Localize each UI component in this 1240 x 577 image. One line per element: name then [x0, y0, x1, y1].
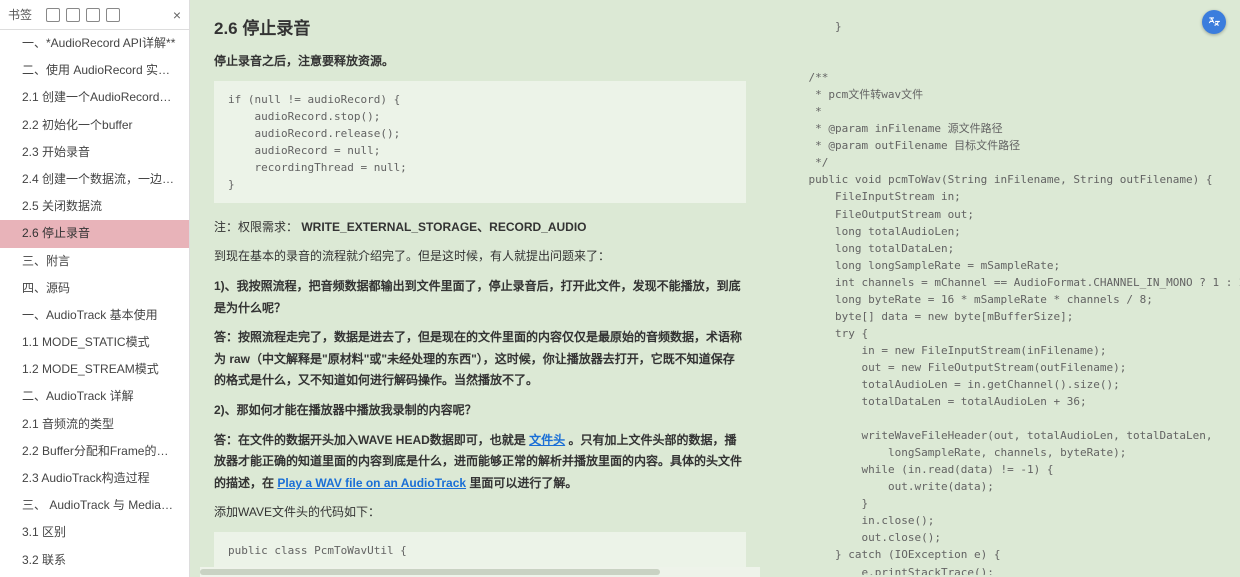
- sidebar: 书签 × 一、*AudioRecord API详解**二、使用 AudioRec…: [0, 0, 190, 577]
- view-icon-2[interactable]: [66, 8, 80, 22]
- sidebar-view-icons: [46, 8, 120, 22]
- toc-item[interactable]: 一、*AudioRecord API详解**: [0, 30, 189, 57]
- answer-1: 答：按照流程走完了，数据是进去了，但是现在的文件里面的内容仅仅是最原始的音频数据…: [214, 327, 746, 392]
- toc-item[interactable]: 二、AudioTrack 详解: [0, 383, 189, 410]
- toc-item[interactable]: 2.6 停止录音: [0, 220, 189, 247]
- toc-item[interactable]: 四、源码: [0, 275, 189, 302]
- toc-item[interactable]: 三、附言: [0, 248, 189, 275]
- toc-item[interactable]: 2.1 音频流的类型: [0, 411, 189, 438]
- toc-item[interactable]: 2.3 开始录音: [0, 139, 189, 166]
- toc-item[interactable]: 1.2 MODE_STREAM模式: [0, 356, 189, 383]
- toc-item[interactable]: 二、使用 AudioRecord 实现录音，并...: [0, 57, 189, 84]
- toc-list[interactable]: 一、*AudioRecord API详解**二、使用 AudioRecord 实…: [0, 30, 189, 577]
- perm-prefix: 注：权限需求：: [214, 220, 298, 234]
- horizontal-scrollbar[interactable]: [200, 567, 760, 577]
- article-column: 2.6 停止录音 停止录音之后，注意要释放资源。 if (null != aud…: [190, 0, 770, 577]
- add-wave-intro: 添加WAVE文件头的代码如下：: [214, 502, 746, 524]
- section-heading: 2.6 停止录音: [214, 14, 746, 39]
- toc-item[interactable]: 3.1 区别: [0, 519, 189, 546]
- close-icon[interactable]: ×: [173, 7, 181, 23]
- sidebar-header: 书签 ×: [0, 0, 189, 30]
- toc-item[interactable]: 3.2 联系: [0, 547, 189, 574]
- question-2: 2)、那如何才能在播放器中播放我录制的内容呢？: [214, 400, 746, 422]
- toc-item[interactable]: 1.1 MODE_STATIC模式: [0, 329, 189, 356]
- toc-item[interactable]: 2.4 创建一个数据流，一边从AudioRe...: [0, 166, 189, 193]
- code-pcm-to-wav: } /** * pcm文件转wav文件 * * @param inFilenam…: [776, 18, 1240, 575]
- view-icon-3[interactable]: [86, 8, 100, 22]
- play-wav-link[interactable]: Play a WAV file on an AudioTrack: [277, 476, 466, 490]
- perm-note: 注：权限需求： WRITE_EXTERNAL_STORAGE、RECORD_AU…: [214, 217, 746, 239]
- toc-item[interactable]: 2.2 Buffer分配和Frame的概念: [0, 438, 189, 465]
- question-1: 1)、我按照流程，把音频数据都输出到文件里面了，停止录音后，打开此文件，发现不能…: [214, 276, 746, 319]
- toc-item[interactable]: 2.5 关闭数据流: [0, 193, 189, 220]
- sidebar-title: 书签: [8, 6, 32, 23]
- view-icon-1[interactable]: [46, 8, 60, 22]
- view-icon-4[interactable]: [106, 8, 120, 22]
- toc-item[interactable]: 2.3 AudioTrack构造过程: [0, 465, 189, 492]
- intro-qa: 到现在基本的录音的流程就介绍完了。但是这时候，有人就提出问题来了：: [214, 246, 746, 268]
- scrollbar-thumb[interactable]: [200, 569, 660, 575]
- file-header-link[interactable]: 文件头: [529, 433, 565, 447]
- toc-item[interactable]: 2.1 创建一个AudioRecord对象: [0, 84, 189, 111]
- a2-tail: 里面可以进行了解。: [469, 476, 577, 490]
- toc-item[interactable]: 一、AudioTrack 基本使用: [0, 302, 189, 329]
- toc-item[interactable]: 2.2 初始化一个buffer: [0, 112, 189, 139]
- toc-item[interactable]: 三、 AudioTrack 与 MediaPlayer 的...: [0, 492, 189, 519]
- stop-intro: 停止录音之后，注意要释放资源。: [214, 51, 746, 73]
- translate-floating-button[interactable]: [1202, 10, 1226, 34]
- perm-names: WRITE_EXTERNAL_STORAGE、RECORD_AUDIO: [301, 220, 586, 234]
- code-stop-record: if (null != audioRecord) { audioRecord.s…: [214, 81, 746, 203]
- answer-2: 答：在文件的数据开头加入WAVE HEAD数据即可，也就是 文件头 。只有加上文…: [214, 430, 746, 495]
- a2-pre: 答：在文件的数据开头加入WAVE HEAD数据即可，也就是: [214, 433, 526, 447]
- right-code-column: } /** * pcm文件转wav文件 * * @param inFilenam…: [770, 0, 1240, 577]
